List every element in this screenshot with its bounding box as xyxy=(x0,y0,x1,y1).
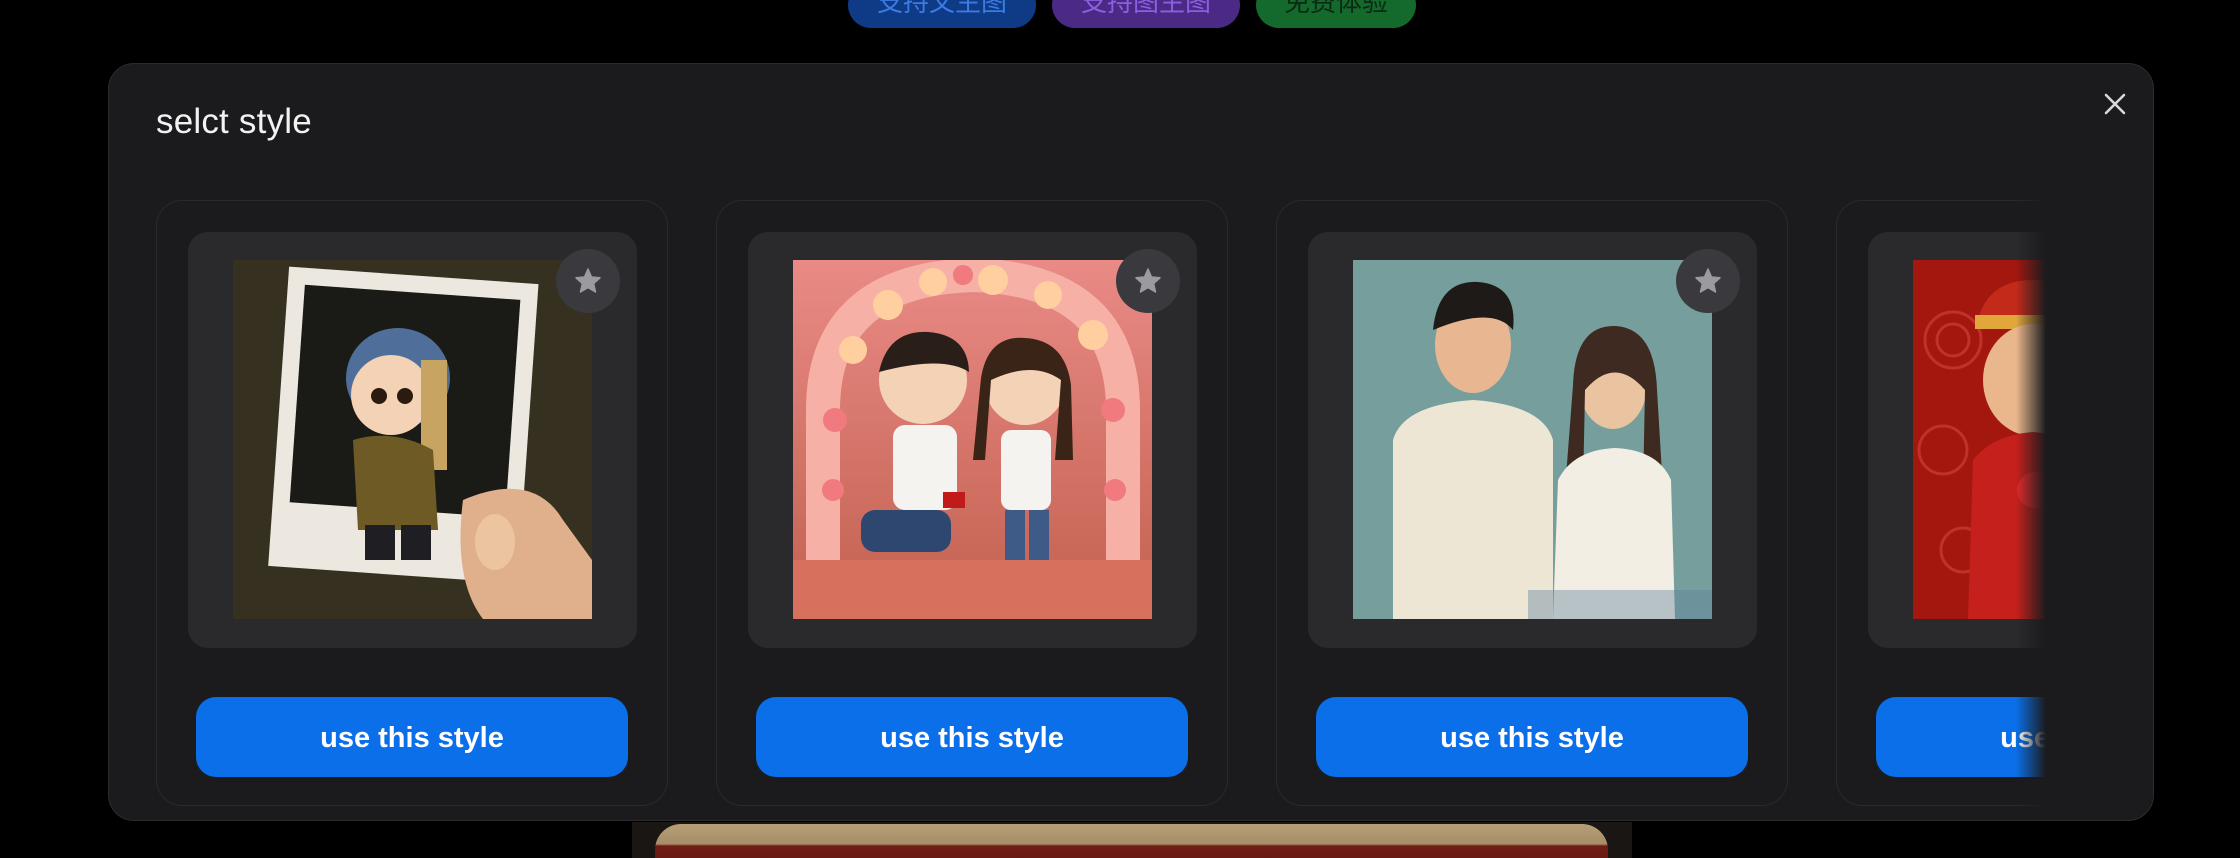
style-card[interactable]: use this style xyxy=(716,200,1228,806)
style-thumbnail[interactable] xyxy=(1353,260,1712,619)
use-style-button[interactable]: use this style xyxy=(196,697,628,777)
style-card[interactable]: use this style xyxy=(156,200,668,806)
style-thumbnail-frame xyxy=(1308,232,1757,648)
tag-free-trial[interactable]: 免费体验 xyxy=(1256,0,1416,28)
style-thumbnail-frame xyxy=(1868,232,2153,648)
style-thumbnail[interactable] xyxy=(1913,260,2153,619)
tag-text-to-image[interactable]: 支持文生图 xyxy=(848,0,1036,28)
background-tag-row: 支持文生图 支持图生图 免费体验 xyxy=(0,0,2240,30)
tag-image-to-image[interactable]: 支持图生图 xyxy=(1052,0,1240,28)
star-icon xyxy=(1135,268,1161,293)
favorite-button[interactable] xyxy=(1676,249,1740,313)
star-icon xyxy=(575,268,601,293)
style-card-list: use this style use this style use this s… xyxy=(156,200,2153,810)
style-thumbnail[interactable] xyxy=(793,260,1152,619)
style-thumbnail-frame xyxy=(188,232,637,648)
style-card[interactable]: use this style xyxy=(1836,200,2153,806)
style-card[interactable]: use this style xyxy=(1276,200,1788,806)
page: 支持文生图 支持图生图 免费体验 selct style use this st… xyxy=(0,0,2240,858)
style-thumbnail-frame xyxy=(748,232,1197,648)
close-button[interactable] xyxy=(2097,86,2133,122)
use-style-button[interactable]: use this style xyxy=(756,697,1188,777)
use-style-button[interactable]: use this style xyxy=(1316,697,1748,777)
style-select-modal: selct style use this style use this styl… xyxy=(108,63,2154,821)
use-style-button[interactable]: use this style xyxy=(1876,697,2153,777)
close-icon[interactable] xyxy=(2097,86,2133,122)
favorite-button[interactable] xyxy=(556,249,620,313)
star-icon xyxy=(1695,268,1721,293)
background-preview-image xyxy=(655,824,1608,858)
favorite-button[interactable] xyxy=(1116,249,1180,313)
modal-title: selct style xyxy=(156,102,312,141)
style-thumbnail[interactable] xyxy=(233,260,592,619)
